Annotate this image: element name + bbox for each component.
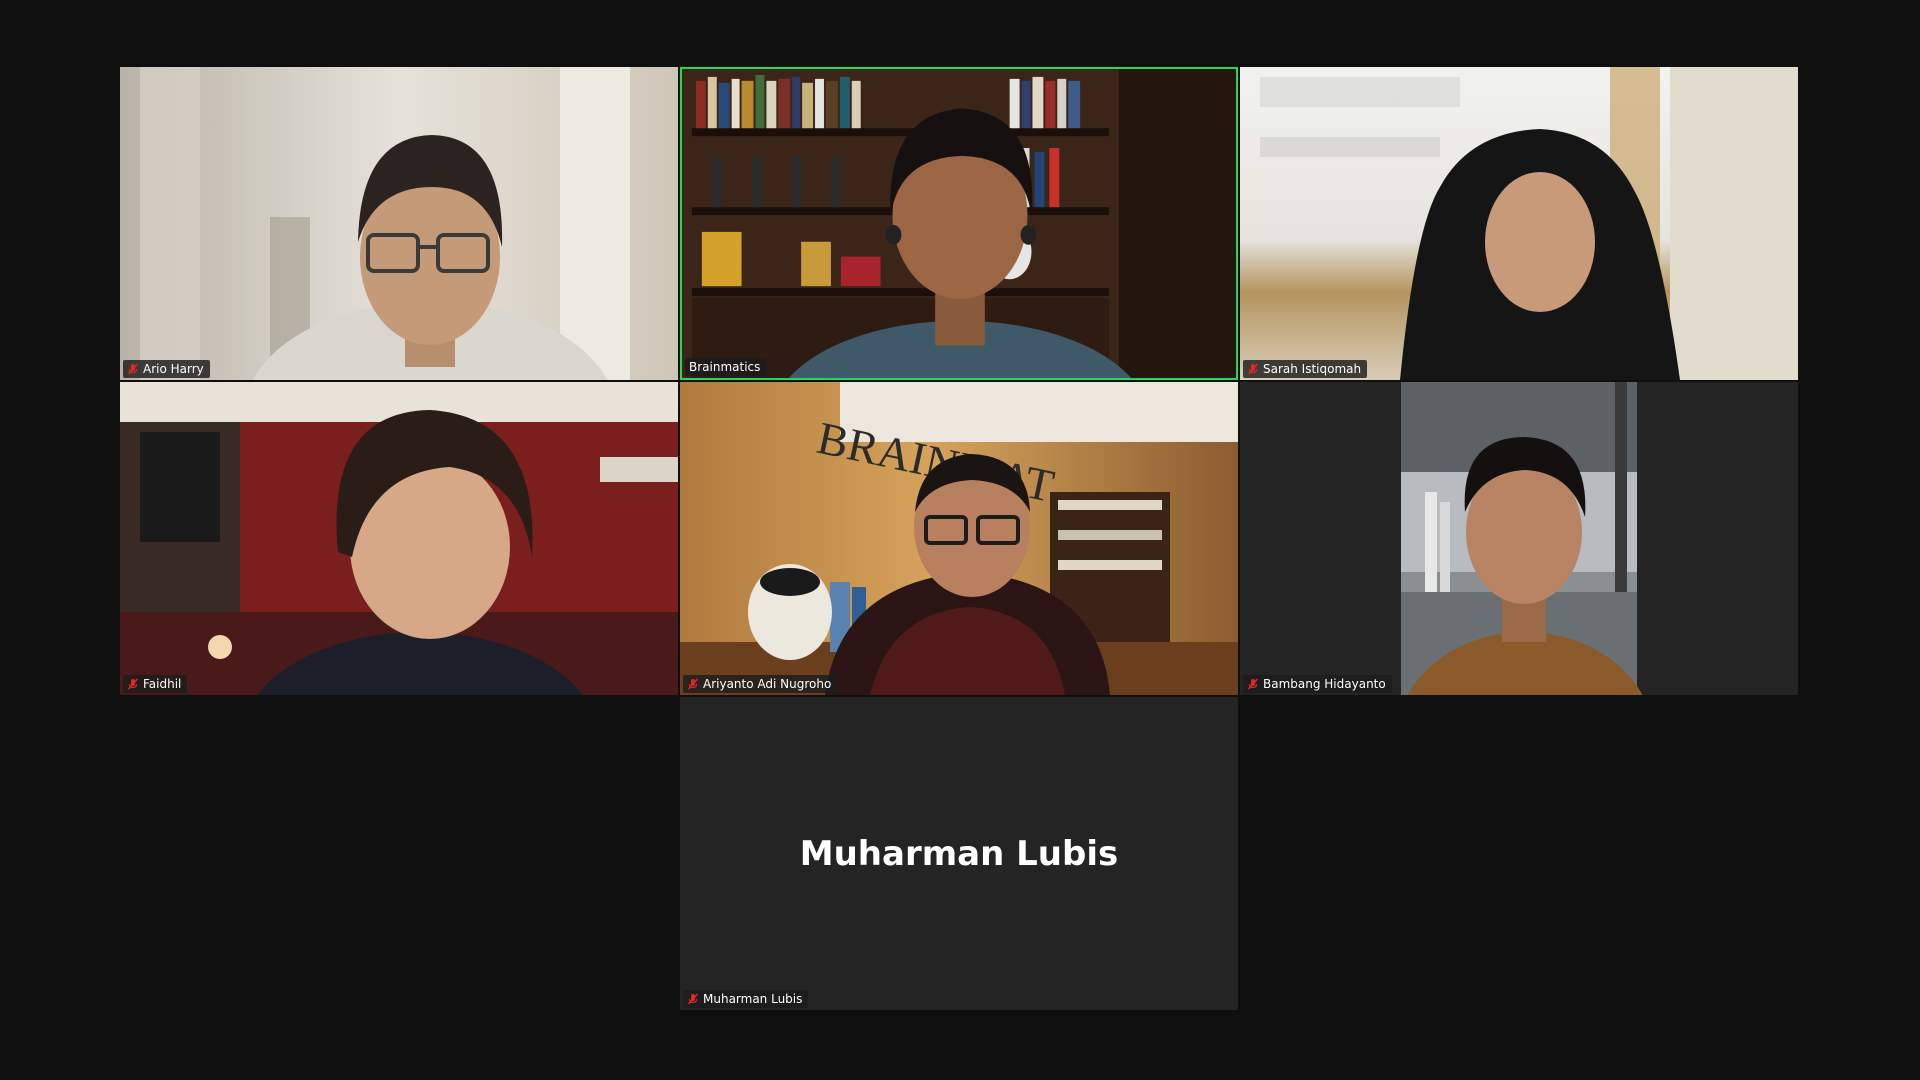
participant-name: Bambang Hidayanto: [1263, 677, 1386, 691]
participant-video: [1240, 67, 1798, 380]
video-tile-brainmatics[interactable]: Brainmatics: [680, 67, 1238, 380]
participant-video: [682, 69, 1236, 378]
participant-name: Muharman Lubis: [703, 992, 803, 1006]
participant-name: Ario Harry: [143, 362, 204, 376]
participant-name-tag: Bambang Hidayanto: [1243, 675, 1392, 693]
participant-name-tag: Ariyanto Adi Nugroho: [683, 675, 838, 693]
meeting-gallery-view: Ario Harry Brainmatics Sarah Istiqomah F…: [0, 0, 1920, 1080]
video-tile-muharman-lubis[interactable]: Muharman Lubis Muharman Lubis: [680, 697, 1238, 1010]
video-tile-ario-harry[interactable]: Ario Harry: [120, 67, 678, 380]
microphone-muted-icon: [127, 363, 139, 375]
participant-video: [120, 67, 678, 380]
participant-video: [1240, 382, 1798, 695]
video-tile-bambang-hidayanto[interactable]: Bambang Hidayanto: [1240, 382, 1798, 695]
participant-name-tag: Sarah Istiqomah: [1243, 360, 1368, 378]
participant-name: Faidhil: [143, 677, 182, 691]
participant-name-tag: Faidhil: [123, 675, 188, 693]
participant-name: Brainmatics: [689, 360, 761, 374]
participant-name: Ariyanto Adi Nugroho: [703, 677, 832, 691]
participant-name-tag: Brainmatics: [685, 358, 767, 376]
microphone-muted-icon: [127, 678, 139, 690]
participant-video: [120, 382, 678, 695]
microphone-muted-icon: [687, 678, 699, 690]
video-tile-sarah-istiqomah[interactable]: Sarah Istiqomah: [1240, 67, 1798, 380]
microphone-muted-icon: [1247, 678, 1259, 690]
participant-name-tag: Muharman Lubis: [683, 990, 809, 1008]
microphone-muted-icon: [1247, 363, 1259, 375]
microphone-muted-icon: [687, 993, 699, 1005]
participant-name-tag: Ario Harry: [123, 360, 210, 378]
video-tile-ariyanto-adi-nugroho[interactable]: BRAINMAT Ariyanto Adi Nugroho: [680, 382, 1238, 695]
participant-video: BRAINMAT: [680, 382, 1238, 695]
participant-display-name: Muharman Lubis: [799, 833, 1119, 874]
participant-name: Sarah Istiqomah: [1263, 362, 1362, 376]
video-tile-faidhil[interactable]: Faidhil: [120, 382, 678, 695]
